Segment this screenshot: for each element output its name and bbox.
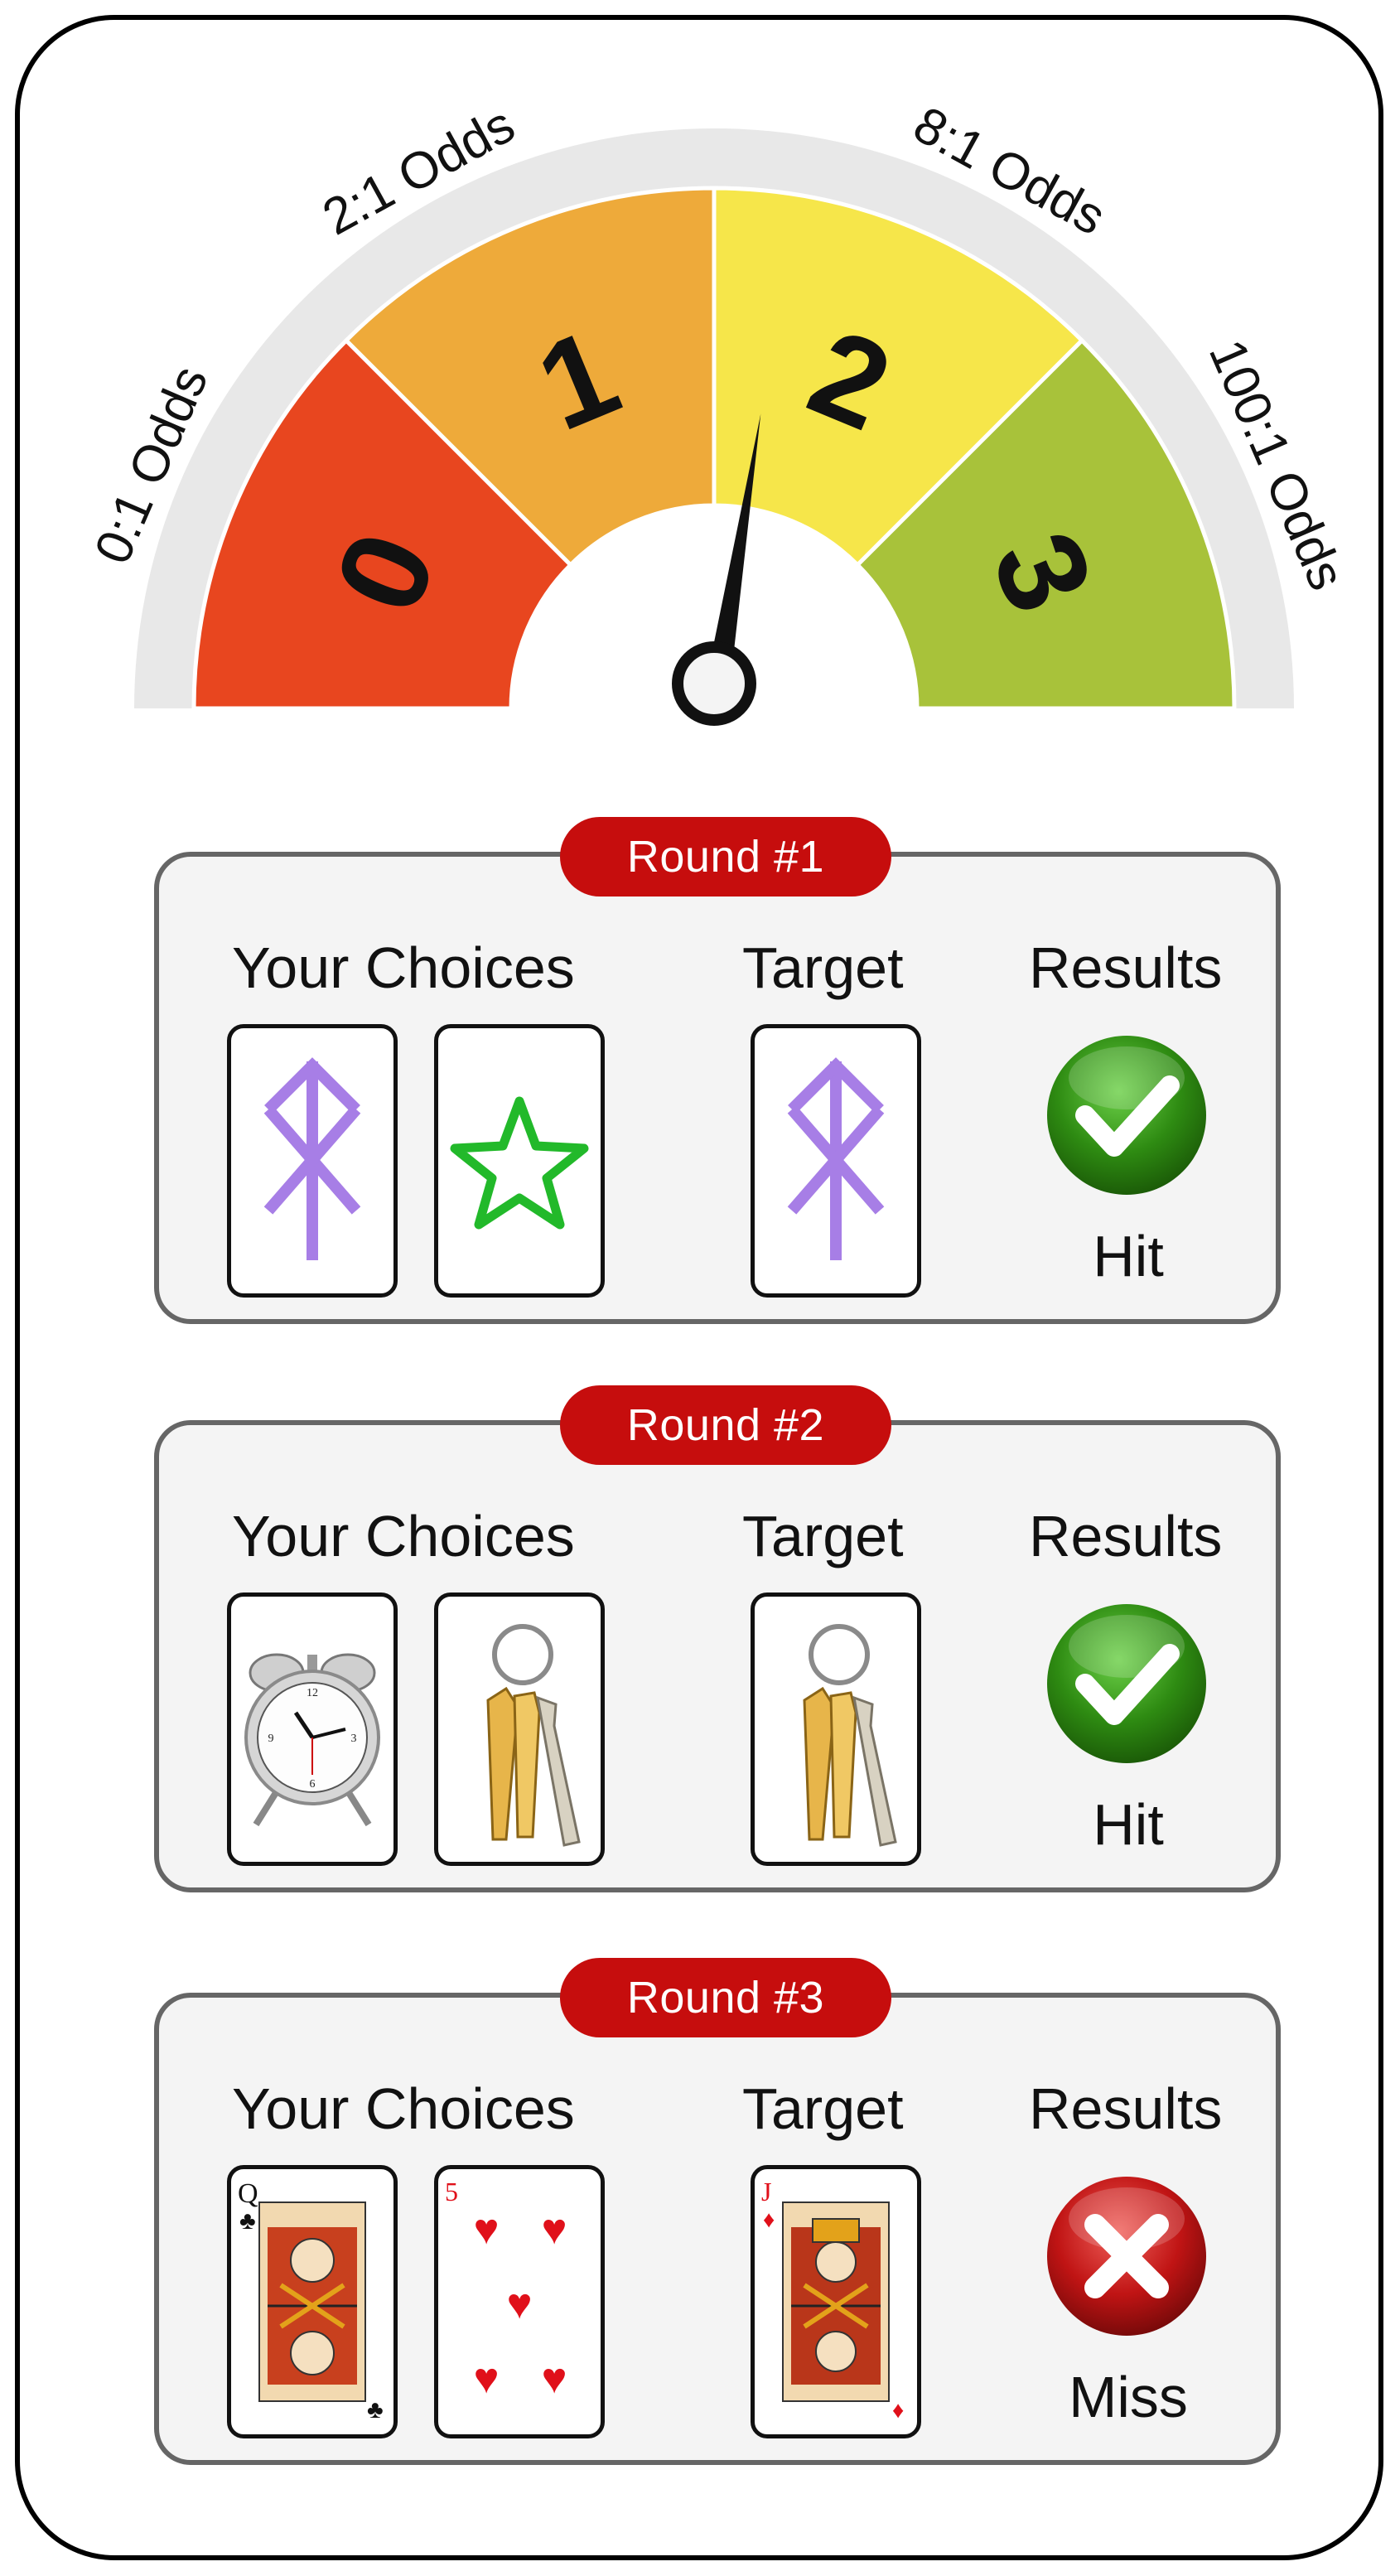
round-title: Round #3	[560, 1958, 891, 2037]
card-corner-rank: J	[761, 2177, 771, 2206]
keys-icon	[803, 1624, 897, 1847]
svg-text:♥: ♥	[507, 2280, 533, 2328]
rune-icon	[787, 1057, 885, 1260]
star-icon	[450, 1096, 589, 1230]
results-label: Results	[1029, 935, 1223, 1000]
choice-card-star	[434, 1024, 605, 1298]
odds-gauge: 01 23 0:1 Odds2:1 Odds 8:1 Odds100:1 Odds	[84, 96, 1355, 726]
svg-text:12: 12	[307, 1687, 318, 1699]
svg-text:♥: ♥	[474, 2206, 500, 2254]
needle-hub	[672, 641, 756, 726]
choice-card-keys	[434, 1592, 605, 1866]
check-icon	[1047, 1604, 1206, 1763]
rune-icon	[263, 1057, 361, 1260]
choice-card-alarm-clock: 12 3 6 9	[227, 1592, 398, 1866]
check-icon	[1047, 1036, 1206, 1195]
target-card-rune	[751, 1024, 921, 1298]
queen-of-clubs-card: Q ♣ ♣	[238, 2178, 384, 2424]
choices-label: Your Choices	[232, 1504, 575, 1568]
jack-of-diamonds-card: J ♦ ♦	[761, 2177, 904, 2423]
round-title: Round #2	[560, 1385, 891, 1465]
round-panel-2: Round #2 Your Choices Target Results 12 3…	[154, 1385, 1281, 1892]
target-card-jack-of-diamonds: J ♦ ♦	[751, 2165, 921, 2438]
svg-text:♦: ♦	[763, 2206, 775, 2232]
choice-card-queen-of-clubs: Q ♣ ♣	[227, 2165, 398, 2438]
result-text: Hit	[1093, 1792, 1164, 1857]
five-of-hearts-card: 5 ♥ ♥ ♥ ♥ ♥	[445, 2177, 567, 2403]
svg-text:6: 6	[310, 1778, 316, 1791]
keys-icon	[486, 1624, 581, 1847]
result-text: Miss	[1069, 2365, 1188, 2429]
results-label: Results	[1029, 2076, 1223, 2141]
choices-label: Your Choices	[232, 2076, 575, 2141]
choice-card-five-of-hearts: 5 ♥ ♥ ♥ ♥ ♥	[434, 2165, 605, 2438]
svg-text:♣: ♣	[239, 2207, 256, 2235]
svg-text:♥: ♥	[474, 2355, 500, 2403]
svg-text:♥: ♥	[542, 2206, 567, 2254]
result-text: Hit	[1093, 1224, 1164, 1288]
alarm-clock-icon: 12 3 6 9	[244, 1653, 380, 1827]
results-label: Results	[1029, 1504, 1223, 1568]
card-corner-rank: Q	[238, 2178, 258, 2209]
svg-text:♥: ♥	[542, 2355, 567, 2403]
target-card-keys	[751, 1592, 921, 1866]
choices-label: Your Choices	[232, 935, 575, 1000]
svg-text:♣: ♣	[367, 2396, 384, 2424]
target-label: Target	[742, 2076, 904, 2141]
target-label: Target	[742, 935, 904, 1000]
choice-card-rune	[227, 1024, 398, 1298]
svg-text:9: 9	[268, 1733, 274, 1745]
x-icon	[1047, 2177, 1206, 2336]
round-title: Round #1	[560, 817, 891, 897]
round-panel-1: Round #1 Your Choices Target Results Hit	[154, 817, 1281, 1324]
svg-text:3: 3	[351, 1733, 357, 1745]
card-corner-rank: 5	[445, 2177, 458, 2206]
round-panel-3: Round #3 Your Choices Target Results Q ♣…	[154, 1958, 1281, 2465]
svg-text:♦: ♦	[892, 2397, 904, 2423]
target-label: Target	[742, 1504, 904, 1568]
